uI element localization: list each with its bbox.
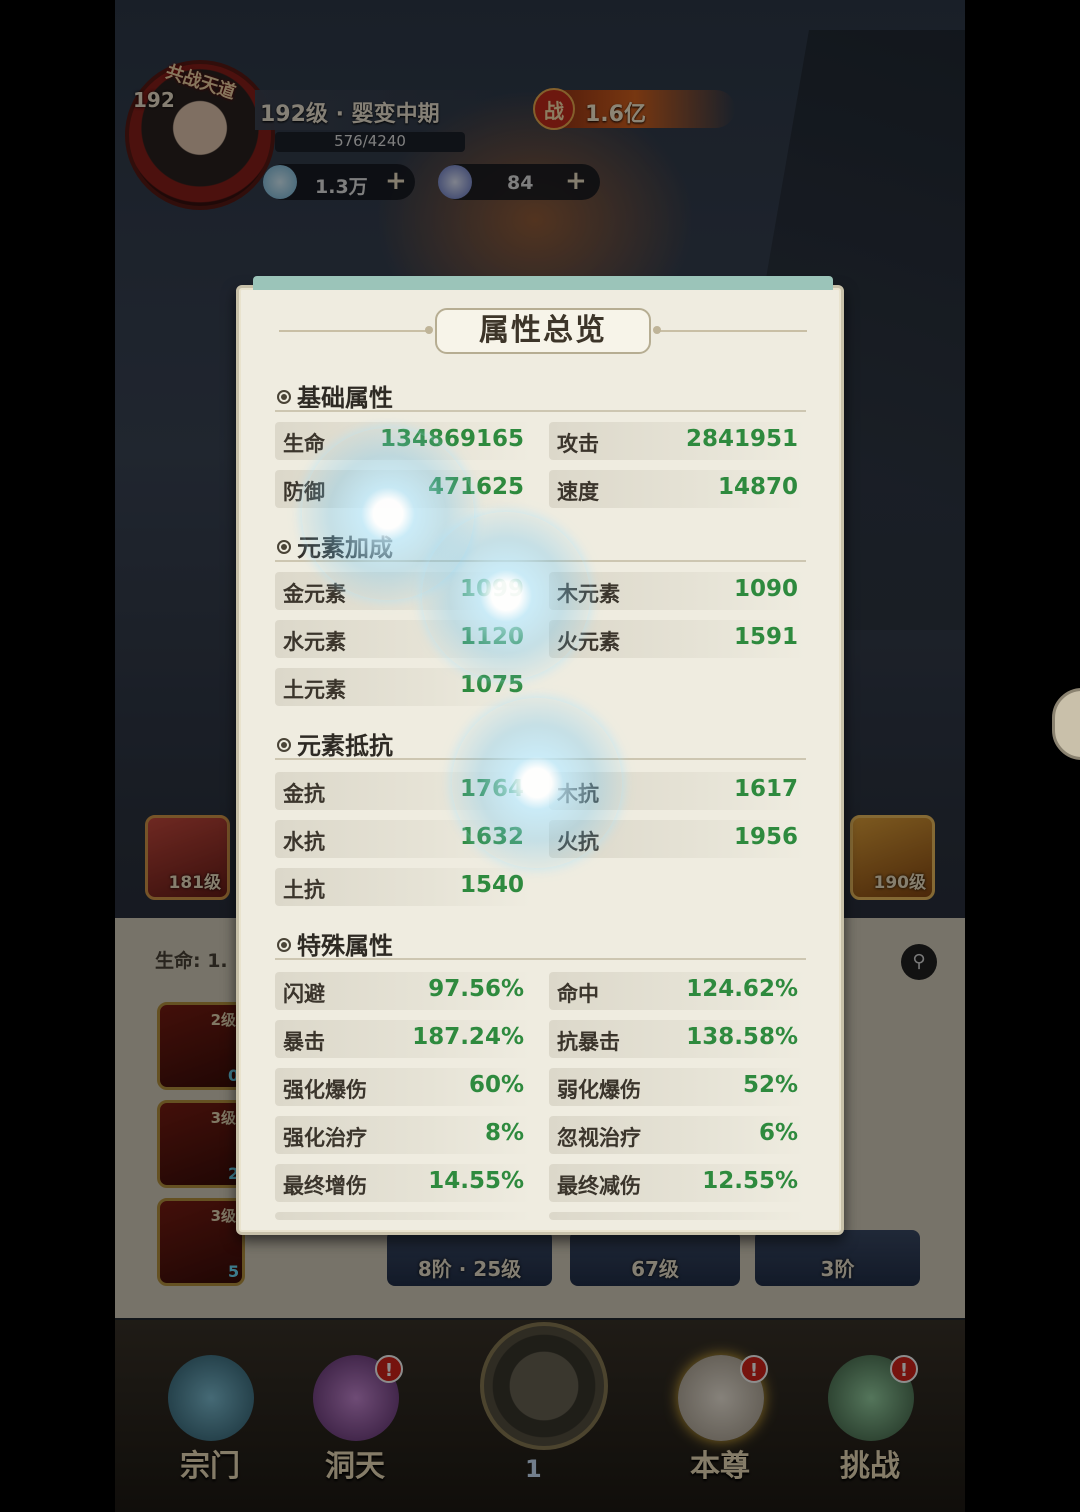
attr-label: 土元素 xyxy=(283,678,346,702)
attr-label: 火抗 xyxy=(557,830,599,854)
attr-value: 14.55% xyxy=(428,1168,524,1194)
section-element-bonus-header: 元素加成 xyxy=(277,528,393,563)
attribute-overview-modal: 属性总览 基础属性 生命 134869165 攻击 2841951 防御 471625… xyxy=(236,276,844,1235)
section-title: 元素抵抗 xyxy=(297,732,393,760)
attr-row-crit-resist: 抗暴击 138.58% xyxy=(549,1020,806,1058)
attr-label: 强化爆伤 xyxy=(283,1078,367,1102)
attr-value: 134869165 xyxy=(379,426,524,452)
attr-row-partial xyxy=(549,1212,806,1220)
attr-label: 命中 xyxy=(557,982,599,1006)
attr-value: 1632 xyxy=(459,824,524,850)
section-divider xyxy=(275,758,806,760)
attr-row-fire-resist: 火抗 1956 xyxy=(549,820,806,858)
attr-value: 1764 xyxy=(459,776,524,802)
attr-label: 水抗 xyxy=(283,830,325,854)
attr-row-hit: 命中 124.62% xyxy=(549,972,806,1010)
title-ornament xyxy=(653,326,661,334)
attr-row-wood-resist: 木抗 1617 xyxy=(549,772,806,810)
attr-value: 471625 xyxy=(427,474,524,500)
attr-row-hp: 生命 134869165 xyxy=(275,422,532,460)
attr-row-water: 水元素 1120 xyxy=(275,620,532,658)
attr-row-metal: 金元素 1099 xyxy=(275,572,532,610)
attr-value: 97.56% xyxy=(428,976,524,1002)
attr-row-dodge: 闪避 97.56% xyxy=(275,972,532,1010)
attr-value: 1591 xyxy=(733,624,798,650)
section-title: 特殊属性 xyxy=(297,932,393,960)
attr-value: 1956 xyxy=(733,824,798,850)
attr-label: 暴击 xyxy=(283,1030,325,1054)
title-divider-right xyxy=(657,330,807,332)
attr-row-attack: 攻击 2841951 xyxy=(549,422,806,460)
attr-label: 木元素 xyxy=(557,582,620,606)
attr-label: 攻击 xyxy=(557,432,599,456)
attr-label: 金元素 xyxy=(283,582,346,606)
attr-label: 速度 xyxy=(557,480,599,504)
section-title: 元素加成 xyxy=(297,534,393,562)
attr-value: 187.24% xyxy=(412,1024,524,1050)
attr-row-final-dmg-down: 最终减伤 12.55% xyxy=(549,1164,806,1202)
title-ornament xyxy=(425,326,433,334)
attr-value: 1075 xyxy=(459,672,524,698)
attr-label: 水元素 xyxy=(283,630,346,654)
side-expand-button[interactable] xyxy=(1052,688,1080,760)
attr-row-metal-resist: 金抗 1764 xyxy=(275,772,532,810)
attr-label: 生命 xyxy=(283,432,325,456)
attr-label: 最终增伤 xyxy=(283,1174,367,1198)
attr-value: 14870 xyxy=(717,474,798,500)
attr-value: 1617 xyxy=(733,776,798,802)
section-special-header: 特殊属性 xyxy=(277,926,393,961)
attr-value: 2841951 xyxy=(685,426,798,452)
attr-row-crit-dmg-up: 强化爆伤 60% xyxy=(275,1068,532,1106)
attr-label: 闪避 xyxy=(283,982,325,1006)
attr-label: 火元素 xyxy=(557,630,620,654)
attr-label: 抗暴击 xyxy=(557,1030,620,1054)
modal-title: 属性总览 xyxy=(479,313,607,348)
attr-value: 1099 xyxy=(459,576,524,602)
bullet-icon xyxy=(277,938,291,952)
bullet-icon xyxy=(277,540,291,554)
attr-value: 124.62% xyxy=(686,976,798,1002)
attr-label: 木抗 xyxy=(557,782,599,806)
attr-value: 60% xyxy=(468,1072,524,1098)
attr-value: 1540 xyxy=(459,872,524,898)
attr-row-earth-resist: 土抗 1540 xyxy=(275,868,532,906)
title-divider-left xyxy=(279,330,429,332)
attr-value: 8% xyxy=(484,1120,524,1146)
attr-row-speed: 速度 14870 xyxy=(549,470,806,508)
bullet-icon xyxy=(277,738,291,752)
attr-label: 土抗 xyxy=(283,878,325,902)
section-divider xyxy=(275,410,806,412)
attr-label: 忽视治疗 xyxy=(557,1126,641,1150)
attr-label: 防御 xyxy=(283,480,325,504)
attr-row-earth: 土元素 1075 xyxy=(275,668,532,706)
attr-row-defense: 防御 471625 xyxy=(275,470,532,508)
attr-row-heal-ignore: 忽视治疗 6% xyxy=(549,1116,806,1154)
attr-value: 6% xyxy=(758,1120,798,1146)
attr-label: 强化治疗 xyxy=(283,1126,367,1150)
section-element-resist-header: 元素抵抗 xyxy=(277,726,393,761)
attr-row-partial xyxy=(275,1212,532,1220)
attr-value: 12.55% xyxy=(702,1168,798,1194)
section-basic-header: 基础属性 xyxy=(277,378,393,413)
section-divider xyxy=(275,958,806,960)
attr-label: 弱化爆伤 xyxy=(557,1078,641,1102)
attr-row-final-dmg-up: 最终增伤 14.55% xyxy=(275,1164,532,1202)
attr-row-crit: 暴击 187.24% xyxy=(275,1020,532,1058)
attr-row-water-resist: 水抗 1632 xyxy=(275,820,532,858)
attr-value: 1120 xyxy=(459,624,524,650)
attr-label: 金抗 xyxy=(283,782,325,806)
attr-value: 138.58% xyxy=(686,1024,798,1050)
attr-row-fire: 火元素 1591 xyxy=(549,620,806,658)
attr-row-wood: 木元素 1090 xyxy=(549,572,806,610)
attr-row-heal-up: 强化治疗 8% xyxy=(275,1116,532,1154)
attr-row-crit-dmg-down: 弱化爆伤 52% xyxy=(549,1068,806,1106)
attr-value: 52% xyxy=(742,1072,798,1098)
bullet-icon xyxy=(277,390,291,404)
section-title: 基础属性 xyxy=(297,384,393,412)
attr-value: 1090 xyxy=(733,576,798,602)
attr-label: 最终减伤 xyxy=(557,1174,641,1198)
section-divider xyxy=(275,560,806,562)
